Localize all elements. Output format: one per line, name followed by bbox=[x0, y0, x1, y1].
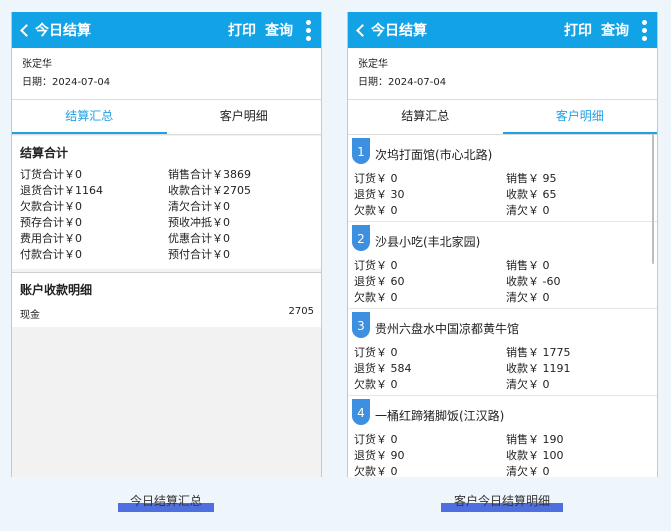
summary-item: 销售合计￥3869 bbox=[168, 168, 251, 181]
customer-name: 沙县小吃(丰北家园) bbox=[375, 234, 481, 249]
tab-bar: 结算汇总 客户明细 bbox=[12, 100, 321, 135]
customer-field: 订货￥ 0 bbox=[354, 172, 398, 185]
customer-field: 清欠￥ 0 bbox=[506, 204, 550, 217]
summary-grid: 订货合计￥0 销售合计￥3869 退货合计￥1164 收款合计￥2705 欠款合… bbox=[20, 167, 313, 263]
summary-item: 订货合计￥0 bbox=[20, 168, 82, 181]
person-name: 张定华 bbox=[358, 59, 388, 70]
customer-field: 销售￥ 95 bbox=[506, 172, 557, 185]
account-value: 2705 bbox=[288, 306, 314, 317]
customer-field: 清欠￥ 0 bbox=[506, 291, 550, 304]
index-badge: 2 bbox=[352, 225, 370, 251]
detail-screen: 今日结算 打印 查询 张定华 日期：2024-07-04 结算汇总 客户明细 1… bbox=[347, 12, 658, 477]
summary-item: 收款合计￥2705 bbox=[168, 184, 251, 197]
caption-summary: 今日结算汇总 bbox=[118, 492, 214, 512]
caption-detail: 客户今日结算明细 bbox=[441, 492, 563, 512]
tab-customer-detail[interactable]: 客户明细 bbox=[167, 100, 322, 134]
customer-name: 次坞打面馆(市心北路) bbox=[375, 147, 493, 162]
customer-field: 清欠￥ 0 bbox=[506, 465, 550, 477]
customer-field: 欠款￥ 0 bbox=[354, 378, 398, 391]
more-vertical-icon[interactable] bbox=[637, 19, 651, 41]
tab-summary[interactable]: 结算汇总 bbox=[348, 100, 503, 134]
back-arrow-icon bbox=[356, 23, 369, 37]
summary-item: 优惠合计￥0 bbox=[168, 232, 230, 245]
list-item[interactable]: 2 沙县小吃(丰北家园) 订货￥ 0 销售￥ 0 退货￥ 60 收款￥ -60 … bbox=[348, 222, 657, 309]
print-button[interactable]: 打印 bbox=[228, 20, 256, 40]
customer-field: 订货￥ 0 bbox=[354, 259, 398, 272]
customer-list: 1 次坞打面馆(市心北路) 订货￥ 0 销售￥ 95 退货￥ 30 收款￥ 65… bbox=[348, 135, 657, 477]
back-button[interactable]: 今日结算 bbox=[354, 20, 427, 40]
customer-field: 收款￥ 1191 bbox=[506, 362, 571, 375]
customer-field: 销售￥ 0 bbox=[506, 259, 550, 272]
index-badge: 3 bbox=[352, 312, 370, 338]
screen-title: 今日结算 bbox=[371, 23, 427, 39]
account-name: 现金 bbox=[20, 310, 40, 321]
list-item[interactable]: 4 一桶红蹄猪脚饭(江汉路) 订货￥ 0 销售￥ 190 退货￥ 90 收款￥ … bbox=[348, 396, 657, 477]
customer-field: 订货￥ 0 bbox=[354, 346, 398, 359]
list-item[interactable]: 3 贵州六盘水中国凉都黄牛馆 订货￥ 0 销售￥ 1775 退货￥ 584 收款… bbox=[348, 309, 657, 396]
summary-item: 预付合计￥0 bbox=[168, 248, 230, 261]
customer-field: 退货￥ 584 bbox=[354, 362, 412, 375]
customer-field: 销售￥ 190 bbox=[506, 433, 564, 446]
customer-field: 收款￥ 100 bbox=[506, 449, 564, 462]
person-name: 张定华 bbox=[22, 59, 52, 70]
customer-field: 订货￥ 0 bbox=[354, 433, 398, 446]
summary-item: 预收冲抵￥0 bbox=[168, 216, 230, 229]
account-section: 账户收款明细 现金 2705 bbox=[12, 272, 321, 327]
top-bar: 今日结算 打印 查询 bbox=[348, 12, 657, 48]
customer-field: 欠款￥ 0 bbox=[354, 291, 398, 304]
summary-item: 付款合计￥0 bbox=[20, 248, 82, 261]
caption-text: 客户今日结算明细 bbox=[453, 494, 550, 508]
customer-field: 销售￥ 1775 bbox=[506, 346, 571, 359]
summary-item: 费用合计￥0 bbox=[20, 232, 82, 245]
date-text: 日期：2024-07-04 bbox=[22, 77, 111, 88]
customer-field: 欠款￥ 0 bbox=[354, 204, 398, 217]
customer-field: 收款￥ -60 bbox=[506, 275, 561, 288]
account-row: 现金 2705 bbox=[20, 306, 314, 321]
customer-field: 退货￥ 30 bbox=[354, 188, 405, 201]
summary-item: 预存合计￥0 bbox=[20, 216, 82, 229]
info-panel: 张定华 日期：2024-07-04 bbox=[348, 48, 657, 100]
tab-bar: 结算汇总 客户明细 bbox=[348, 100, 657, 135]
summary-screen: 今日结算 打印 查询 张定华 日期：2024-07-04 结算汇总 客户明细 结… bbox=[11, 12, 322, 477]
customer-field: 清欠￥ 0 bbox=[506, 378, 550, 391]
scrollbar[interactable] bbox=[652, 134, 654, 264]
tab-customer-detail[interactable]: 客户明细 bbox=[502, 100, 657, 134]
caption-text: 今日结算汇总 bbox=[129, 494, 202, 508]
query-button[interactable]: 查询 bbox=[265, 20, 293, 40]
summary-item: 欠款合计￥0 bbox=[20, 200, 82, 213]
summary-section: 结算合计 订货合计￥0 销售合计￥3869 退货合计￥1164 收款合计￥270… bbox=[12, 136, 321, 269]
print-button[interactable]: 打印 bbox=[564, 20, 592, 40]
account-title: 账户收款明细 bbox=[20, 283, 93, 297]
back-arrow-icon bbox=[20, 23, 33, 37]
summary-item: 清欠合计￥0 bbox=[168, 200, 230, 213]
top-bar: 今日结算 打印 查询 bbox=[12, 12, 321, 48]
back-button[interactable]: 今日结算 bbox=[18, 20, 91, 40]
summary-title: 结算合计 bbox=[20, 146, 69, 160]
tab-summary[interactable]: 结算汇总 bbox=[12, 100, 167, 134]
index-badge: 4 bbox=[352, 399, 370, 425]
more-vertical-icon[interactable] bbox=[301, 19, 315, 41]
query-button[interactable]: 查询 bbox=[601, 20, 629, 40]
customer-name: 一桶红蹄猪脚饭(江汉路) bbox=[375, 408, 505, 423]
customer-field: 收款￥ 65 bbox=[506, 188, 557, 201]
index-badge: 1 bbox=[352, 138, 370, 164]
info-panel: 张定华 日期：2024-07-04 bbox=[12, 48, 321, 100]
date-text: 日期：2024-07-04 bbox=[358, 77, 447, 88]
screen-title: 今日结算 bbox=[35, 23, 91, 39]
customer-field: 退货￥ 60 bbox=[354, 275, 405, 288]
customer-field: 欠款￥ 0 bbox=[354, 465, 398, 477]
customer-name: 贵州六盘水中国凉都黄牛馆 bbox=[375, 321, 520, 336]
summary-item: 退货合计￥1164 bbox=[20, 184, 103, 197]
customer-field: 退货￥ 90 bbox=[354, 449, 405, 462]
list-item[interactable]: 1 次坞打面馆(市心北路) 订货￥ 0 销售￥ 95 退货￥ 30 收款￥ 65… bbox=[348, 135, 657, 222]
